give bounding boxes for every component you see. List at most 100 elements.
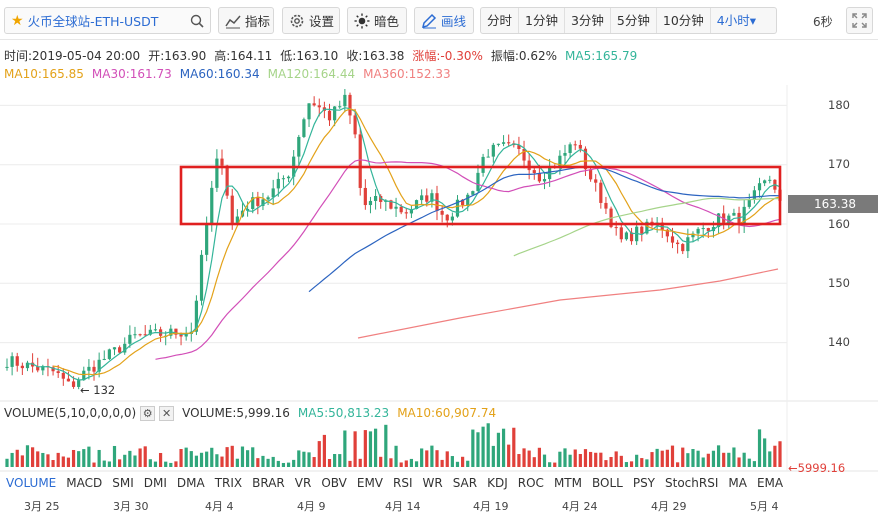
candle-body [476,172,480,192]
indicator-tab-psy[interactable]: PSY [633,476,655,490]
volume-bar [271,456,275,467]
price-tick-140: 140 [828,335,850,349]
volume-close-icon[interactable]: ✕ [159,405,175,421]
volume-bar [425,450,429,467]
volume-bar [578,454,582,467]
candle-body [327,110,332,121]
candle-body [128,334,132,344]
candle-body [102,358,106,360]
volume-bar [527,450,531,467]
volume-bar [558,451,562,467]
volume-bar [36,451,40,467]
volume-bar [655,448,659,467]
candle-body [87,366,91,371]
indicator-tab-brar[interactable]: BRAR [252,476,285,490]
candle-body [404,212,408,214]
candle-body [481,156,485,173]
candle-body [425,195,429,202]
indicator-tab-wr[interactable]: WR [423,476,443,490]
volume-bar [450,456,454,467]
volume-bar [404,460,408,467]
indicator-tab-dma[interactable]: DMA [177,476,205,490]
indicator-tab-stochrsi[interactable]: StochRSI [665,476,718,490]
candles-group [5,89,782,390]
candle-body [501,142,506,144]
volume-bar [123,454,127,467]
candle-body [220,158,224,166]
volume-bar [220,456,224,467]
indicator-tab-vr[interactable]: VR [295,476,312,490]
volume-bar [179,449,183,467]
volume-bar [645,459,649,467]
volume-bar [384,424,388,467]
price-tick-160: 160 [828,217,850,231]
volume-bar [138,448,142,467]
candle-body [368,200,373,206]
ma360-line [357,268,779,339]
volume-bar [389,458,393,467]
volume-bar [358,458,362,467]
candle-body [348,94,352,116]
volume-bar [742,452,746,467]
indicator-tab-boll[interactable]: BOLL [592,476,623,490]
volume-bar [599,452,603,467]
ma5-line [27,107,781,381]
candlestick-chart[interactable] [0,0,878,517]
indicator-tab-sar[interactable]: SAR [453,476,477,490]
volume-bar [445,451,449,467]
indicator-tab-roc[interactable]: ROC [518,476,544,490]
candle-body [20,365,24,369]
indicator-tab-smi[interactable]: SMI [112,476,134,490]
volume-bar [629,461,634,467]
indicator-tab-ma[interactable]: MA [728,476,747,490]
indicator-tab-ema[interactable]: EMA [757,476,783,490]
volume-bar [681,447,685,467]
candle-body [394,206,398,209]
volume-bar [174,461,178,467]
indicator-tab-kdj[interactable]: KDJ [487,476,508,490]
volume-bar [5,458,9,467]
volume-bar [752,461,757,467]
volume-bar [768,451,772,467]
volume-bar [763,438,767,467]
indicator-tab-trix[interactable]: TRIX [215,476,242,490]
volume-bar [568,454,572,467]
volume-bar [215,454,219,467]
ma-lines-group [27,107,781,381]
volume-bar [261,455,265,467]
volume-bar [92,462,96,467]
candle-body [112,347,117,350]
volume-bar [112,445,117,467]
indicator-tab-emv[interactable]: EMV [357,476,383,490]
volume-bar [82,449,86,467]
volume-bar [512,427,516,467]
volume-bar [230,445,234,467]
volume-bar [41,452,45,467]
volume-bar [128,450,132,467]
volume-bar [276,460,280,467]
indicator-tab-dmi[interactable]: DMI [144,476,167,490]
candle-body [763,180,767,184]
volume-bar [210,447,214,467]
volume-bar [25,445,30,467]
volume-bar [30,447,35,467]
indicator-tab-macd[interactable]: MACD [66,476,102,490]
volume-bars-group [5,423,782,467]
volume-bar [461,456,465,467]
indicator-tab-volume[interactable]: VOLUME [6,476,56,490]
volume-bar [15,449,19,467]
indicator-tab-mtm[interactable]: MTM [554,476,582,490]
volume-settings-gear-icon[interactable]: ⚙ [140,405,156,421]
indicator-tab-obv[interactable]: OBV [321,476,347,490]
date-label: 4月 24 [562,500,598,513]
candle-body [670,236,675,243]
volume-bar [61,456,65,467]
volume-bar [363,430,367,467]
indicator-tab-rsi[interactable]: RSI [393,476,413,490]
volume-bar [205,451,209,467]
candle-body [363,187,367,206]
volume-bar [20,455,24,467]
volume-bar [778,441,782,467]
candle-body [696,228,700,234]
volume-bar [148,459,152,467]
